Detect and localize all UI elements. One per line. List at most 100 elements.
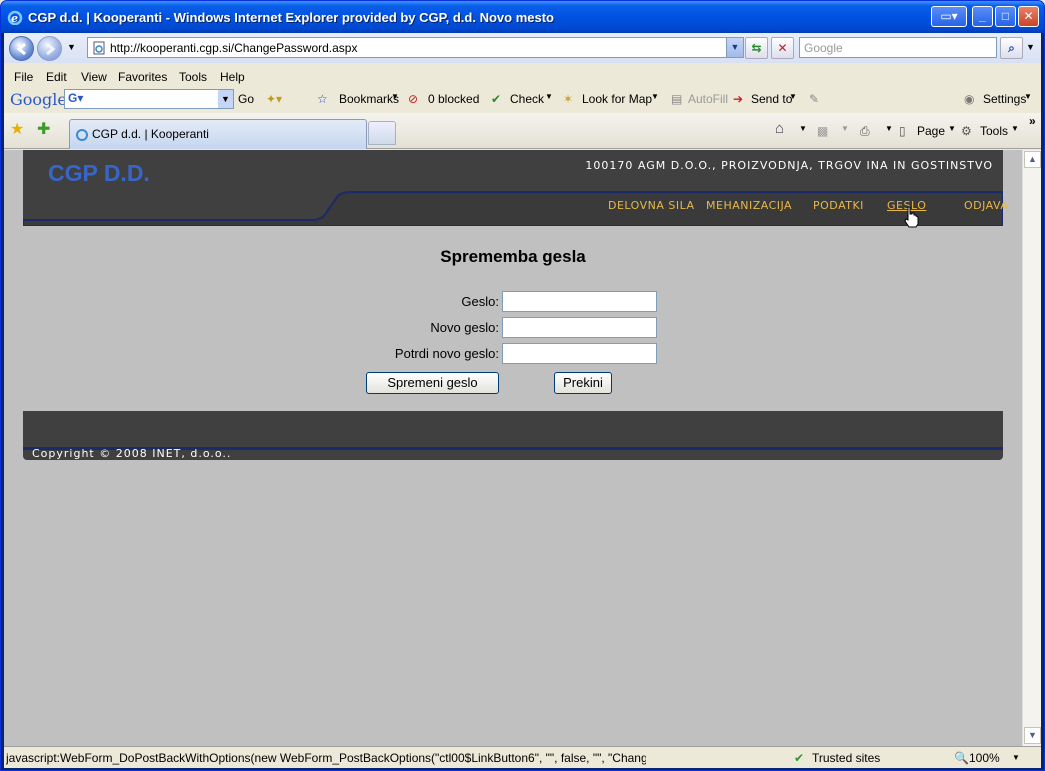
settings-dropdown-icon[interactable]: ▼ (1024, 92, 1032, 101)
google-toolbar: Google G▾ ▼ Go ✦▾ ☆ Bookmarks ▼ ⊘ 0 block… (4, 87, 1041, 113)
feeds-dropdown-icon[interactable]: ▼ (841, 124, 849, 133)
page-menu-button[interactable]: Page (917, 124, 945, 138)
zoom-icon: 🔍 (954, 751, 969, 765)
ie-menu-button[interactable]: ▭▾ (931, 6, 967, 27)
google-dropdown-icon[interactable]: ▼ (218, 90, 233, 108)
page-icon: ▯ (899, 124, 906, 138)
favorites-star-icon[interactable]: ★ (10, 119, 24, 139)
popup-blocked-count[interactable]: 0 blocked (428, 92, 479, 106)
ie-logo-icon: e (7, 10, 23, 25)
status-bar: javascript:WebForm_DoPostBackWithOptions… (4, 746, 1041, 768)
history-dropdown-icon[interactable]: ▼ (67, 42, 76, 52)
chevron-more-icon[interactable]: » (1029, 114, 1036, 128)
add-favorites-icon[interactable]: ✚ (37, 119, 50, 139)
search-options-icon[interactable]: ▼ (1026, 42, 1035, 52)
close-button[interactable]: ✕ (1018, 6, 1039, 27)
page-icon (93, 41, 105, 55)
page-content: CGP D.D. 100170 AGM D.O.O., PROIZVODNJA,… (4, 150, 1022, 746)
refresh-button[interactable]: ⇆ (745, 37, 768, 59)
google-search-input[interactable]: G▾ ▼ (64, 89, 234, 109)
zoom-dropdown-icon[interactable]: ▼ (1012, 753, 1020, 762)
print-dropdown-icon[interactable]: ▼ (885, 124, 893, 133)
menu-help[interactable]: Help (220, 70, 245, 84)
password-label: Geslo: (461, 294, 499, 309)
new-password-label: Novo geslo: (430, 320, 499, 335)
maximize-button[interactable]: □ (995, 6, 1016, 27)
bookmarks-dropdown-icon[interactable]: ▼ (391, 92, 399, 101)
window-title: CGP d.d. | Kooperanti - Windows Internet… (28, 10, 554, 25)
search-button[interactable]: ⌕ (1000, 37, 1023, 59)
tools-dropdown-icon[interactable]: ▼ (1011, 124, 1019, 133)
browser-window: e CGP d.d. | Kooperanti - Windows Intern… (0, 0, 1045, 771)
menu-edit[interactable]: Edit (46, 70, 67, 84)
send-to-button[interactable]: Send to (751, 92, 792, 106)
menu-tools[interactable]: Tools (179, 70, 207, 84)
copyright-text: Copyright © 2008 INET, d.o.o.. (32, 447, 232, 460)
url-field[interactable]: http://kooperanti.cgp.si/ChangePassword.… (87, 37, 744, 58)
nav-podatki[interactable]: PODATKI (813, 199, 864, 212)
map-icon: ✶ (563, 92, 574, 106)
tools-menu-button[interactable]: Tools (980, 124, 1008, 138)
status-text: javascript:WebForm_DoPostBackWithOptions… (6, 751, 646, 765)
menu-bar: File Edit View Favorites Tools Help (4, 67, 1041, 87)
forward-arrow-icon (46, 42, 56, 56)
title-bar: e CGP d.d. | Kooperanti - Windows Intern… (1, 1, 1044, 33)
settings-button[interactable]: Settings (983, 92, 1026, 106)
look-for-map-button[interactable]: Look for Map (582, 92, 652, 106)
vertical-scrollbar[interactable]: ▲ ▼ (1022, 150, 1041, 746)
popup-blocker-icon: ⊘ (408, 92, 419, 106)
url-text: http://kooperanti.cgp.si/ChangePassword.… (110, 41, 358, 55)
back-button[interactable] (9, 36, 34, 61)
page-dropdown-icon[interactable]: ▼ (948, 124, 956, 133)
tab-active[interactable]: CGP d.d. | Kooperanti (69, 119, 367, 149)
scroll-up-icon[interactable]: ▲ (1024, 151, 1041, 168)
feeds-icon[interactable]: ▩ (817, 124, 828, 138)
google-g-icon: G▾ (68, 91, 84, 105)
page-title: Sprememba gesla (440, 247, 586, 266)
site-footer: Copyright © 2008 INET, d.o.o.. (23, 411, 1003, 460)
home-icon[interactable]: ⌂ (775, 120, 784, 137)
map-dropdown-icon[interactable]: ▼ (651, 92, 659, 101)
nav-delovna-sila[interactable]: DELOVNA SILA (608, 199, 695, 212)
google-logo: Google (10, 90, 67, 109)
site-logo[interactable]: CGP D.D. (48, 160, 150, 187)
security-zone[interactable]: Trusted sites (812, 751, 880, 765)
bookmarks-star-icon: ☆ (317, 92, 328, 106)
cancel-button[interactable]: Prekini (554, 372, 612, 394)
google-go-button[interactable]: Go (238, 92, 254, 106)
trusted-check-icon: ✔ (794, 751, 805, 765)
new-password-field[interactable] (502, 317, 657, 338)
address-bar: ▼ http://kooperanti.cgp.si/ChangePasswor… (4, 33, 1041, 63)
autofill-button[interactable]: AutoFill (688, 92, 728, 106)
zoom-level[interactable]: 100% (969, 751, 1000, 765)
new-tab-button[interactable] (368, 121, 396, 145)
menu-file[interactable]: File (14, 70, 33, 84)
url-dropdown-icon[interactable]: ▼ (726, 38, 743, 57)
google-options-icon[interactable]: ✦▾ (266, 92, 282, 106)
check-dropdown-icon[interactable]: ▼ (545, 92, 553, 101)
hand-cursor-icon (904, 206, 919, 228)
highlight-icon[interactable]: ✎ (809, 92, 819, 106)
tools-gear-icon: ⚙ (961, 124, 972, 138)
scroll-down-icon[interactable]: ▼ (1024, 727, 1041, 744)
stop-button[interactable]: ✕ (771, 37, 794, 59)
autofill-icon: ▤ (671, 92, 683, 106)
nav-odjava[interactable]: ODJAVA (964, 199, 1008, 212)
confirm-password-field[interactable] (502, 343, 657, 364)
minimize-button[interactable]: _ (972, 6, 993, 27)
home-dropdown-icon[interactable]: ▼ (799, 124, 807, 133)
send-to-dropdown-icon[interactable]: ▼ (789, 92, 797, 101)
print-icon[interactable]: ⎙ (860, 124, 870, 139)
tab-title: CGP d.d. | Kooperanti (92, 127, 209, 141)
search-input[interactable]: Google (799, 37, 997, 58)
check-button[interactable]: Check (510, 92, 544, 106)
menu-view[interactable]: View (81, 70, 107, 84)
site-header: CGP D.D. 100170 AGM D.O.O., PROIZVODNJA,… (23, 150, 1008, 228)
nav-mehanizacija[interactable]: MEHANIZACIJA (706, 199, 792, 212)
change-password-button[interactable]: Spremeni geslo (366, 372, 499, 394)
svg-text:e: e (11, 12, 18, 25)
tab-bar: ★ ✚ CGP d.d. | Kooperanti ⌂ ▼ ▩ ▼ ⎙ ▼ ▯ … (4, 113, 1041, 149)
password-field[interactable] (502, 291, 657, 312)
menu-favorites[interactable]: Favorites (118, 70, 167, 84)
forward-button[interactable] (37, 36, 62, 61)
